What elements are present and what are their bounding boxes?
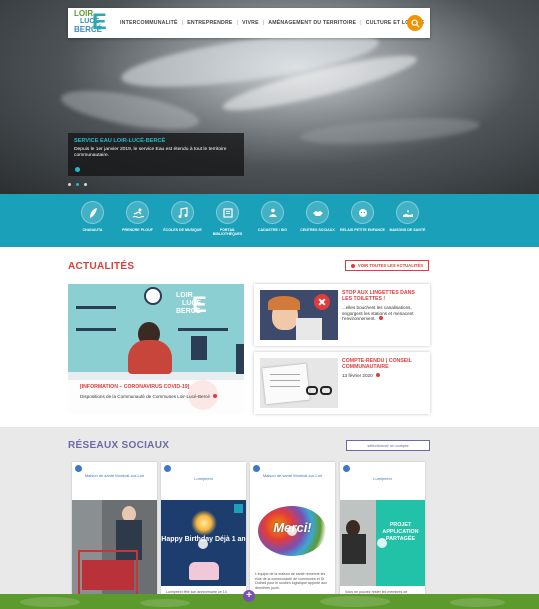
service-label: PORTAIL BIBLIOTHÈQUES bbox=[212, 228, 243, 236]
site-logo[interactable]: LOIR LUCÉ BERCÉ E bbox=[72, 9, 108, 37]
post-author[interactable]: Maison de santé Montval-sur-Loir bbox=[250, 473, 335, 478]
logo-letter: E bbox=[92, 9, 107, 34]
service-prendre-plouf[interactable]: PRENDRE PLOUF bbox=[115, 194, 160, 247]
social-post[interactable]: Lumipeeni Happy Birthday Déjà 1 an Lumip… bbox=[161, 462, 246, 609]
news-description: ...elles bouchent les canalisations, eng… bbox=[342, 305, 414, 322]
music-icon bbox=[171, 201, 194, 224]
post-author[interactable]: Lumipeeni bbox=[340, 476, 425, 481]
logo-line-1: LOIR bbox=[74, 9, 94, 18]
play-icon[interactable] bbox=[198, 539, 208, 549]
post-author[interactable]: Maison de santé Montval-sur-Loir bbox=[72, 473, 157, 478]
arrow-icon bbox=[212, 394, 217, 398]
hero-caption[interactable]: SERVICE EAU LOIR-LUCÉ-BERCÉ Depuis le 1e… bbox=[68, 133, 244, 176]
see-all-label: VOIR TOUTES LES ACTUALITÉS bbox=[357, 263, 424, 268]
logo-badge bbox=[234, 504, 243, 513]
nav-item-vivre[interactable]: VIVRE bbox=[242, 20, 259, 26]
book-icon bbox=[216, 201, 239, 224]
social-post[interactable]: Lumipeeni PROJET APPLICATION PARTAGÉE Vo… bbox=[340, 462, 425, 609]
featured-logo: LOIR LUCÉ BERCÉ E bbox=[176, 292, 207, 317]
service-label: PRENDRE PLOUF bbox=[122, 228, 153, 232]
account-select[interactable]: sélectionner un compte bbox=[346, 440, 430, 451]
play-icon[interactable] bbox=[287, 526, 297, 536]
facebook-icon bbox=[343, 465, 350, 472]
news-date: 13 février 2020 bbox=[342, 373, 373, 378]
social-post[interactable]: Maison de santé Montval-sur-Loir Merci! … bbox=[250, 462, 335, 609]
person-illustration bbox=[128, 340, 172, 374]
service-label: ÉCOLES DE MUSIQUE bbox=[163, 228, 202, 232]
site-header: LOIR LUCÉ BERCÉ E INTERCOMMUNALITÉ | ENT… bbox=[68, 8, 430, 38]
post-image: PROJET APPLICATION PARTAGÉE bbox=[340, 500, 425, 586]
post-author[interactable]: Lumipeeni bbox=[161, 476, 246, 481]
post-image bbox=[72, 500, 157, 609]
hero-slider[interactable]: LOIR LUCÉ BERCÉ E INTERCOMMUNALITÉ | ENT… bbox=[0, 0, 539, 194]
post-text: L'équipe de la maison de santé remercie … bbox=[255, 572, 327, 590]
service-centres-sociaux[interactable]: CENTRES SOCIAUX bbox=[295, 194, 340, 247]
featured-description: Dispositions de la Communauté de Commune… bbox=[80, 394, 210, 399]
news-image bbox=[260, 290, 338, 340]
news-card-conseil[interactable]: COMPTE-RENDU | CONSEIL COMMUNAUTAIRE 13 … bbox=[254, 352, 430, 414]
service-chanauta[interactable]: CHANAUTA bbox=[70, 194, 115, 247]
facebook-icon bbox=[164, 465, 171, 472]
slider-dots bbox=[68, 183, 87, 186]
news-title: COMPTE-RENDU | CONSEIL COMMUNAUTAIRE bbox=[342, 358, 412, 370]
read-more-icon bbox=[75, 167, 80, 172]
social-title: RÉSEAUX SOCIAUX bbox=[68, 440, 170, 451]
post-image: Happy Birthday Déjà 1 an bbox=[161, 500, 246, 586]
feather-icon bbox=[81, 201, 104, 224]
eye-icon bbox=[350, 263, 355, 268]
page: LOIR LUCÉ BERCÉ E INTERCOMMUNALITÉ | ENT… bbox=[0, 0, 539, 609]
clock-illustration bbox=[144, 287, 162, 305]
facebook-icon bbox=[75, 465, 82, 472]
see-all-news-button[interactable]: VOIR TOUTES LES ACTUALITÉS bbox=[345, 260, 429, 271]
service-maisons-sante[interactable]: MAISONS DE SANTÉ bbox=[385, 194, 430, 247]
scroll-up-button[interactable]: + bbox=[243, 590, 255, 602]
swimmer-icon bbox=[126, 201, 149, 224]
hero-title: SERVICE EAU LOIR-LUCÉ-BERCÉ bbox=[74, 138, 166, 144]
news-card-lingettes[interactable]: STOP AUX LINGETTES DANS LES TOILETTES ! … bbox=[254, 284, 430, 346]
service-cadastre[interactable]: CADASTRE / SIG bbox=[250, 194, 295, 247]
arrow-icon bbox=[375, 373, 380, 377]
featured-caption: [INFORMATION – CORONAVIRUS COVID-19] Dis… bbox=[68, 380, 244, 414]
service-label: RELAIS PETITE ENFANCE bbox=[340, 228, 385, 232]
services-bar: CHANAUTA PRENDRE PLOUF ÉCOLES DE MUSIQUE… bbox=[0, 194, 539, 247]
featured-news-card[interactable]: LOIR LUCÉ BERCÉ E [INFORMATION – CORONAV… bbox=[68, 284, 244, 414]
handshake-icon bbox=[306, 201, 329, 224]
arrow-icon bbox=[378, 316, 383, 321]
search-button[interactable] bbox=[407, 15, 423, 31]
service-bibliotheques[interactable]: PORTAIL BIBLIOTHÈQUES bbox=[205, 194, 250, 247]
slide-dot[interactable] bbox=[68, 183, 71, 186]
service-label: CENTRES SOCIAUX bbox=[300, 228, 335, 232]
care-icon bbox=[396, 201, 419, 224]
featured-title: [INFORMATION – CORONAVIRUS COVID-19] bbox=[80, 384, 190, 390]
nav-item-amenagement[interactable]: AMÉNAGEMENT DU TERRITOIRE bbox=[268, 20, 356, 26]
search-icon bbox=[410, 18, 420, 28]
main-nav: INTERCOMMUNALITÉ | ENTREPRENDRE | VIVRE … bbox=[120, 20, 425, 26]
footer-band bbox=[0, 594, 539, 609]
news-image bbox=[260, 358, 338, 408]
nav-item-entreprendre[interactable]: ENTREPRENDRE bbox=[187, 20, 232, 26]
people-icon bbox=[261, 201, 284, 224]
social-post[interactable]: Maison de santé Montval-sur-Loir bbox=[72, 462, 157, 609]
hero-description: Depuis le 1er janvier 2019, le service E… bbox=[74, 147, 227, 158]
service-ecoles-musique[interactable]: ÉCOLES DE MUSIQUE bbox=[160, 194, 205, 247]
play-icon[interactable] bbox=[377, 538, 387, 548]
service-label: CHANAUTA bbox=[82, 228, 103, 232]
baby-icon bbox=[351, 201, 374, 224]
account-select-placeholder: sélectionner un compte bbox=[367, 443, 409, 448]
service-label: CADASTRE / SIG bbox=[257, 228, 288, 232]
facebook-icon bbox=[253, 465, 260, 472]
post-image: Merci! bbox=[250, 500, 335, 568]
news-title: STOP AUX LINGETTES DANS LES TOILETTES ! bbox=[342, 290, 415, 302]
service-label: MAISONS DE SANTÉ bbox=[389, 228, 426, 232]
service-relais-petite-enfance[interactable]: RELAIS PETITE ENFANCE bbox=[340, 194, 385, 247]
slide-dot-active[interactable] bbox=[76, 183, 79, 186]
slide-dot[interactable] bbox=[84, 183, 87, 186]
actualites-title: ACTUALITÉS bbox=[68, 261, 135, 272]
nav-item-intercommunalite[interactable]: INTERCOMMUNALITÉ bbox=[120, 20, 178, 26]
